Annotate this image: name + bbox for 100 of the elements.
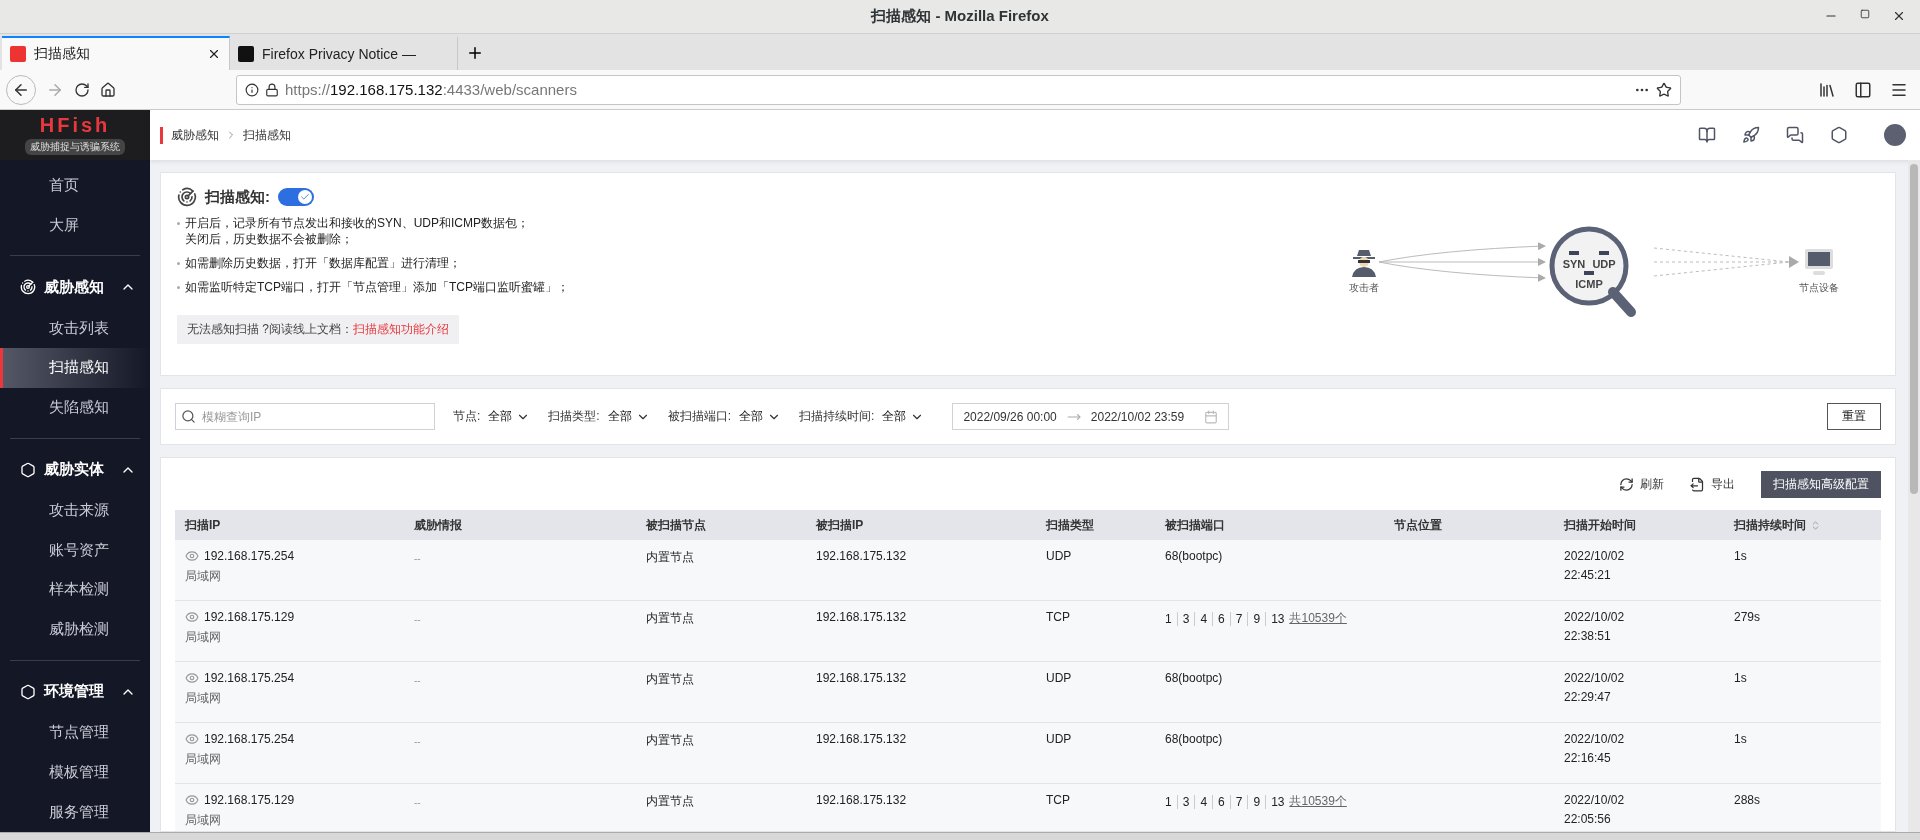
date-range-field[interactable]: 2022/09/26 00:00 2022/10/02 23:59 (952, 403, 1230, 430)
port-total-link[interactable]: 共10539个 (1289, 793, 1347, 810)
sidebar-item[interactable]: 样本检测 (0, 570, 150, 610)
port-number: 6 (1212, 794, 1230, 809)
table-cell-text: 279s (1734, 610, 1762, 624)
table-cell-text: -- (414, 675, 422, 686)
sidebar-item[interactable]: 服务管理 (0, 792, 150, 832)
table-cell: 192.168.175.129 (204, 793, 295, 807)
eye-icon[interactable] (185, 671, 199, 685)
section-title: 扫描感知: (205, 187, 270, 207)
browser-tab[interactable]: 扫描感知 (2, 36, 230, 70)
info-icon[interactable] (245, 82, 259, 97)
sidebar-item[interactable]: 账号资产 (0, 530, 150, 571)
port-number: 7 (1229, 611, 1248, 626)
port-number: 3 (1176, 611, 1195, 626)
table-cell-text: 22:45:21 (1564, 568, 1612, 582)
export-icon (1690, 476, 1705, 492)
note-text: 无法感知扫描 ?阅读线上文档： (187, 321, 353, 338)
sidebar-item[interactable]: 威胁检测 (0, 609, 150, 650)
reload-icon[interactable] (74, 81, 90, 98)
search-field[interactable]: 模糊查询IP (175, 403, 435, 430)
export-button[interactable]: 导出 (1690, 475, 1735, 493)
sidebar-group-title[interactable]: 环境管理 (44, 682, 112, 702)
table-cell: 192.168.175.254 (204, 732, 295, 746)
sidebar-group-title[interactable]: 威胁实体 (44, 460, 112, 480)
port-number: 4 (1194, 611, 1213, 626)
sidebar-item[interactable]: 首页 (0, 165, 150, 206)
calendar-icon (1204, 409, 1219, 424)
protocol-label: SYN (1562, 258, 1586, 270)
avatar[interactable] (1884, 124, 1906, 146)
close-icon[interactable] (1892, 9, 1906, 23)
column-header: 威胁情报 (414, 516, 462, 534)
filter-dropdown[interactable]: 节点: 全部 (453, 408, 531, 425)
sidebar-item[interactable]: 攻击列表 (0, 308, 150, 348)
sidebar-item[interactable]: 攻击来源 (0, 490, 150, 531)
port-number: 4 (1194, 794, 1213, 809)
sidebar-item[interactable]: 模板管理 (0, 752, 150, 793)
chat-icon[interactable] (1786, 126, 1804, 144)
filter-dropdown[interactable]: 被扫描端口: 全部 (667, 408, 782, 425)
port-total-link[interactable]: 共10539个 (1289, 610, 1347, 627)
table-cell-text: 2022/10/02 (1564, 793, 1626, 807)
filter-dropdown[interactable]: 扫描持续时间: 全部 (799, 408, 925, 425)
table-cell-text: 68(bootpc) (1165, 732, 1224, 746)
rocket-icon[interactable] (1742, 126, 1760, 144)
port-number: 1 (1165, 611, 1173, 626)
table-cell-text: 内置节点 (646, 793, 695, 810)
table-cell-text: 192.168.175.132 (816, 732, 908, 746)
plug-icon (1569, 251, 1579, 255)
filter-dropdown[interactable]: 扫描类型: 全部 (548, 408, 650, 425)
column-header: 扫描持续时间 (1734, 516, 1806, 534)
table-cell-text: 192.168.175.132 (816, 793, 908, 807)
library-icon[interactable] (1818, 80, 1836, 99)
protocol-label: UDP (1592, 258, 1616, 270)
bullet-text: 关闭后，历史数据不会被删除； (185, 231, 354, 247)
column-header: 被扫描端口 (1165, 516, 1225, 534)
hexagon-icon[interactable] (1830, 126, 1848, 144)
table-cell: 192.168.175.129 (204, 610, 295, 624)
table-cell-text: 内置节点 (646, 610, 695, 627)
eye-icon[interactable] (185, 793, 199, 807)
sidebar-item[interactable]: 失陷感知 (0, 387, 150, 428)
close-icon[interactable] (207, 47, 221, 61)
eye-icon[interactable] (185, 610, 199, 624)
home-icon[interactable] (100, 81, 116, 98)
reset-button[interactable]: 重置 (1827, 403, 1881, 430)
eye-icon[interactable] (185, 549, 199, 563)
star-icon[interactable] (1656, 81, 1672, 98)
column-header: 被扫描节点 (646, 516, 706, 534)
table-cell-text: TCP (1046, 610, 1071, 624)
sidebar-icon[interactable] (1854, 80, 1872, 99)
toggle-switch[interactable] (278, 188, 314, 206)
sidebar-item[interactable]: 大屏 (0, 205, 150, 246)
sidebar-group-title[interactable]: 威胁感知 (44, 277, 112, 297)
search-icon (181, 409, 196, 424)
sidebar-item[interactable]: 节点管理 (0, 712, 150, 753)
new-tab-icon[interactable] (466, 44, 484, 62)
table-cell-text: 22:05:56 (1564, 812, 1612, 826)
table-cell-text: 288s (1734, 793, 1762, 807)
favicon-icon (238, 46, 254, 62)
doc-link[interactable]: 扫描感知功能介绍 (353, 321, 449, 338)
table-cell-text: 22:29:47 (1564, 690, 1612, 704)
table-cell-text: 局域网 (185, 690, 222, 707)
table-cell-text: 192.168.175.132 (816, 671, 908, 685)
table-cell-text: 1s (1734, 671, 1748, 685)
refresh-button[interactable]: 刷新 (1619, 475, 1664, 493)
port-number: 3 (1176, 794, 1195, 809)
protocol-label: ICMP (1575, 278, 1603, 290)
table-cell-text: 局域网 (185, 812, 222, 829)
breadcrumb-item[interactable]: 威胁感知 (171, 126, 219, 144)
hexagon-icon (20, 461, 36, 478)
table-cell-text: 2022/10/02 (1564, 610, 1626, 624)
breadcrumb-item: 扫描感知 (243, 126, 291, 144)
table-cell-text: 2022/10/02 (1564, 549, 1626, 563)
maximize-icon[interactable] (1860, 9, 1870, 19)
eye-icon[interactable] (185, 732, 199, 746)
config-button[interactable]: 扫描感知高级配置 (1761, 470, 1881, 498)
attacker-label: 攻击者 (1349, 281, 1379, 295)
table-cell-text: 192.168.175.132 (816, 549, 908, 563)
bullet-text: 如需监听特定TCP端口，打开「节点管理」添加「TCP端口监听蜜罐」； (185, 279, 569, 295)
table-cell-text: 2022/10/02 (1564, 732, 1626, 746)
book-icon[interactable] (1698, 126, 1716, 144)
